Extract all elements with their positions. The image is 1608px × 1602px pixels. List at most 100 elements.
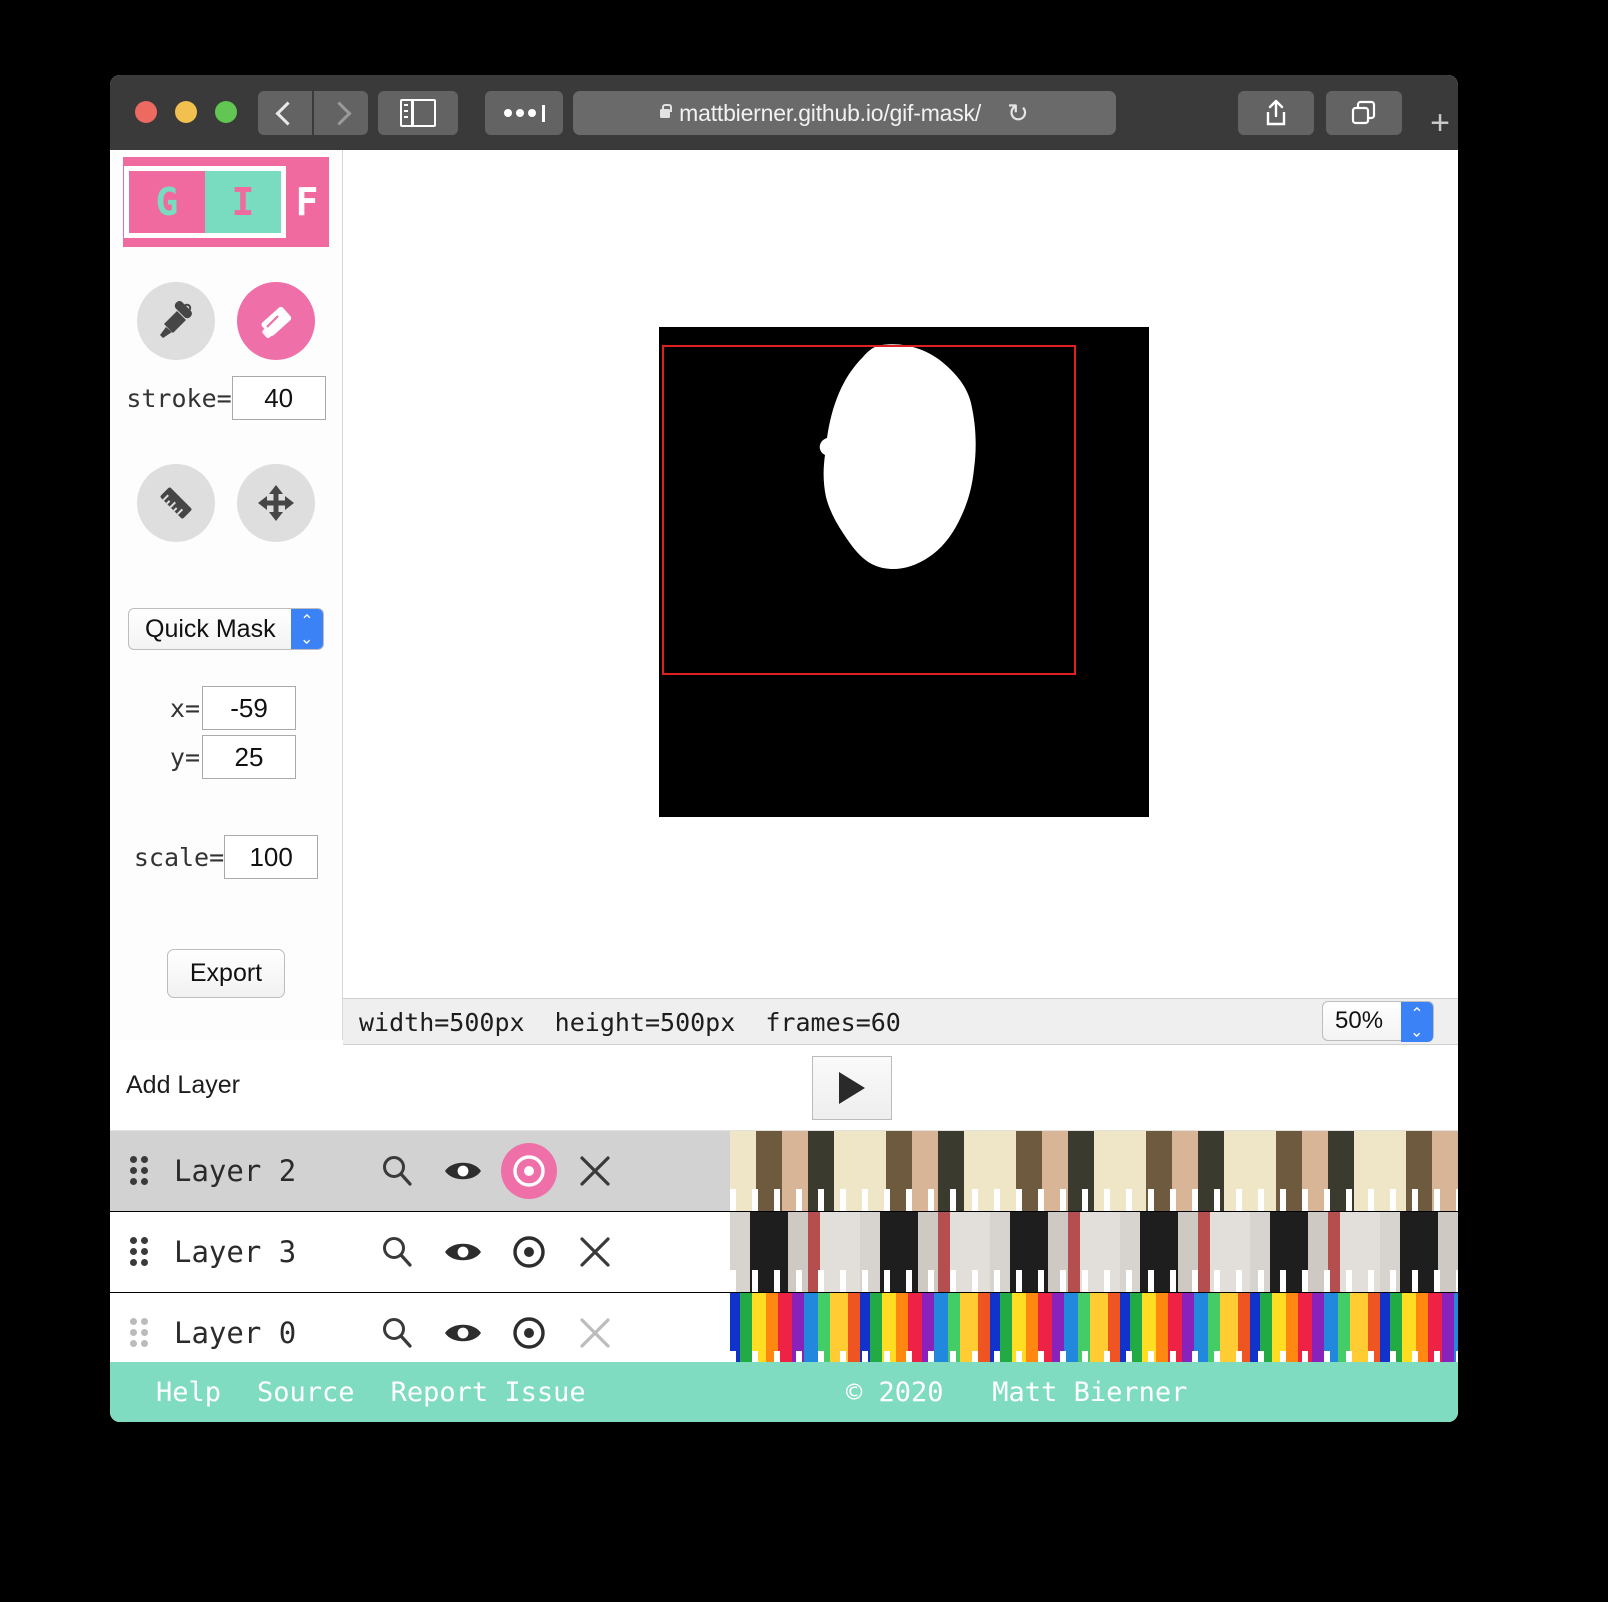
paintbrush-tool-button[interactable] — [137, 282, 215, 360]
forward-button[interactable] — [314, 91, 368, 135]
minimize-window-button[interactable] — [175, 101, 197, 123]
layer-target-button[interactable] — [496, 1312, 562, 1354]
layer-filmstrip[interactable] — [730, 1212, 1458, 1292]
layer-filmstrip[interactable] — [730, 1131, 1458, 1211]
layer-name-label: Layer 3 — [174, 1235, 297, 1269]
chevron-down-icon: ⌃ — [1410, 1020, 1424, 1038]
target-icon — [513, 1236, 545, 1268]
window-controls — [135, 101, 237, 123]
close-icon — [580, 1318, 610, 1348]
browser-titlebar: mattbierner.github.io/gif-mask/ ↻ + — [110, 75, 1458, 150]
tool-sidebar: G I F stroke= 40 Quick Mask ⌃ ⌃ x= -59 y… — [110, 150, 343, 1040]
eye-icon — [445, 1243, 481, 1261]
toolbar-overflow-button[interactable] — [485, 91, 563, 135]
layer-zoom-button[interactable] — [364, 1153, 430, 1189]
site-footer: Help Source Report Issue © 2020 Matt Bie… — [110, 1362, 1458, 1422]
export-row: Export — [110, 949, 342, 998]
address-bar[interactable]: mattbierner.github.io/gif-mask/ ↻ — [573, 91, 1116, 135]
dot-icon — [527, 109, 536, 117]
gif-dimensions-text: width=500px height=500px frames=60 — [359, 1008, 901, 1037]
eye-icon — [445, 1162, 481, 1180]
tab-overview-button[interactable] — [1326, 91, 1402, 135]
stroke-label: stroke= — [126, 383, 232, 413]
move-tool-button[interactable] — [237, 464, 315, 542]
table-row[interactable]: Layer 2 — [110, 1131, 1458, 1212]
report-issue-link[interactable]: Report Issue — [391, 1377, 586, 1408]
stroke-input[interactable]: 40 — [231, 376, 326, 420]
logo-letter-g: G — [129, 171, 205, 233]
x-input[interactable]: -59 — [202, 686, 296, 730]
x-label: x= — [169, 693, 200, 723]
share-icon — [1266, 99, 1286, 126]
eraser-tool-button[interactable] — [237, 282, 315, 360]
dot-icon — [515, 109, 524, 117]
cursor-bar-icon — [541, 104, 545, 122]
source-link[interactable]: Source — [257, 1377, 355, 1408]
zoom-select[interactable]: 50% ⌃ ⌃ — [1322, 1001, 1434, 1042]
layer-visibility-button[interactable] — [430, 1238, 496, 1266]
navigation-buttons — [258, 91, 368, 135]
reload-icon[interactable]: ↻ — [1007, 100, 1029, 126]
scale-input[interactable]: 100 — [224, 835, 319, 879]
filmstrip-track-2 — [730, 1212, 1458, 1292]
close-window-button[interactable] — [135, 101, 157, 123]
target-icon — [513, 1155, 545, 1187]
sidebar-toggle-button[interactable] — [378, 91, 458, 135]
layer-delete-button[interactable] — [562, 1235, 628, 1269]
layer-visibility-button[interactable] — [430, 1157, 496, 1185]
mask-canvas[interactable] — [659, 327, 1149, 817]
logo-letter-f: F — [295, 180, 319, 224]
paintbrush-icon — [160, 301, 192, 338]
layer-visibility-button[interactable] — [430, 1319, 496, 1347]
move-icon — [258, 485, 294, 521]
filmstrip-perforations — [730, 1270, 1458, 1292]
layers-list: Layer 2 Layer 3 Layer 0 — [110, 1131, 1458, 1374]
mask-bounds-rect — [662, 345, 1076, 675]
mask-mode-stepper-icon[interactable]: ⌃ ⌃ — [291, 609, 323, 649]
scale-control: scale= 100 — [110, 835, 342, 879]
footer-links: Help Source Report Issue — [156, 1377, 586, 1408]
ruler-tool-button[interactable] — [137, 464, 215, 542]
layer-filmstrip[interactable] — [730, 1293, 1458, 1373]
y-input[interactable]: 25 — [202, 735, 296, 779]
target-active-disc — [501, 1143, 557, 1199]
screenshot-root: mattbierner.github.io/gif-mask/ ↻ + G I … — [0, 0, 1608, 1602]
share-button[interactable] — [1238, 91, 1314, 135]
back-button[interactable] — [258, 91, 312, 135]
dot-icon — [503, 109, 512, 117]
layer-delete-button[interactable] — [562, 1154, 628, 1188]
drag-handle-icon — [130, 1318, 152, 1348]
sidebar-icon — [400, 99, 436, 127]
layer-zoom-button[interactable] — [364, 1234, 430, 1270]
layer-zoom-button[interactable] — [364, 1315, 430, 1351]
canvas-area[interactable] — [343, 150, 1458, 999]
table-row[interactable]: Layer 3 — [110, 1212, 1458, 1293]
canvas-status-bar: width=500px height=500px frames=60 50% ⌃… — [343, 999, 1458, 1045]
eraser-icon — [261, 306, 292, 339]
copy-tabs-icon — [1351, 100, 1376, 125]
copyright-text: © 2020 Matt Bierner — [846, 1377, 1188, 1408]
help-link[interactable]: Help — [156, 1377, 221, 1408]
tool-row-primary — [110, 282, 342, 360]
search-icon — [383, 1156, 412, 1186]
new-tab-button[interactable]: + — [1410, 93, 1458, 153]
export-button[interactable]: Export — [166, 949, 286, 998]
drag-handle-icon[interactable] — [130, 1156, 152, 1186]
chevron-down-icon: ⌃ — [300, 627, 314, 645]
add-layer-button[interactable]: Add Layer — [126, 1071, 240, 1100]
filmstrip-track-1 — [730, 1131, 1458, 1211]
mask-mode-select[interactable]: Quick Mask ⌃ ⌃ — [128, 608, 324, 650]
layer-target-button[interactable] — [496, 1143, 562, 1199]
maximize-window-button[interactable] — [215, 101, 237, 123]
y-label: y= — [169, 742, 200, 772]
drag-handle-icon[interactable] — [130, 1237, 152, 1267]
layer-target-button[interactable] — [496, 1231, 562, 1273]
search-icon — [383, 1318, 412, 1348]
ruler-icon — [160, 487, 192, 519]
zoom-stepper-icon[interactable]: ⌃ ⌃ — [1401, 1002, 1433, 1042]
layer-toolbar: Add Layer — [110, 1045, 1458, 1131]
filmstrip-track-3 — [730, 1293, 1458, 1373]
target-icon — [513, 1317, 545, 1349]
play-icon — [839, 1072, 865, 1104]
play-button[interactable] — [812, 1056, 892, 1120]
